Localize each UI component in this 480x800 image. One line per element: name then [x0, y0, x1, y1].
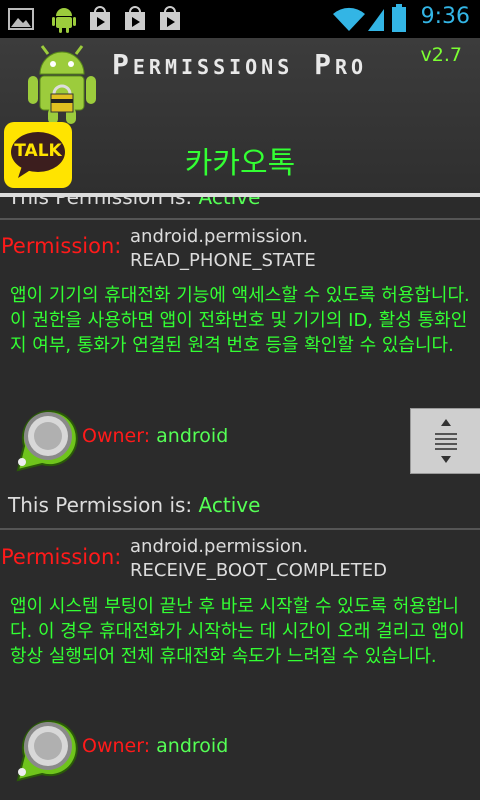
permission-name: android.permission. RECEIVE_BOOT_COMPLET… [130, 536, 387, 581]
permission-status: This Permission is: Active [8, 493, 261, 517]
play-store-icon [90, 6, 110, 30]
clock: 9:36 [420, 4, 470, 29]
owner-pin-icon [16, 410, 78, 472]
play-store-icon [125, 6, 145, 30]
wifi-icon [333, 7, 365, 31]
permission-separator [0, 218, 480, 220]
permission-separator [0, 528, 480, 530]
permission-label: Permission: [1, 234, 122, 258]
play-store-icon [160, 6, 180, 30]
permission-owner: Owner: android [82, 735, 229, 757]
permission-list[interactable]: This Permission is: Active Permission: a… [0, 197, 480, 800]
owner-pin-icon [16, 720, 78, 782]
permission-name: android.permission. READ_PHONE_STATE [130, 226, 316, 271]
permission-description: 앱이 기기의 휴대전화 기능에 액세스할 수 있도록 허용합니다. 이 권한을 … [10, 285, 470, 356]
app-header: Permissions Pro v2.7 TALK 카카오톡 [0, 38, 480, 193]
selected-app-name: 카카오톡 [184, 146, 296, 181]
app-version: v2.7 [420, 44, 462, 66]
android-lock-logo [28, 45, 96, 124]
scroll-handle-icon [435, 419, 457, 463]
app-title: Permissions Pro [112, 48, 368, 81]
image-icon [8, 8, 34, 30]
permission-label: Permission: [1, 545, 122, 569]
battery-icon [392, 4, 406, 32]
signal-icon [368, 9, 384, 31]
android-icon [52, 8, 76, 33]
permission-owner: Owner: android [82, 425, 229, 447]
status-bar: 9:36 [0, 0, 480, 38]
permission-description: 앱이 시스템 부팅이 끝난 후 바로 시작할 수 있도록 허용합니다. 이 경우… [10, 596, 465, 667]
fast-scroll-handle[interactable] [410, 408, 480, 474]
permission-status: This Permission is: Active [8, 197, 261, 209]
